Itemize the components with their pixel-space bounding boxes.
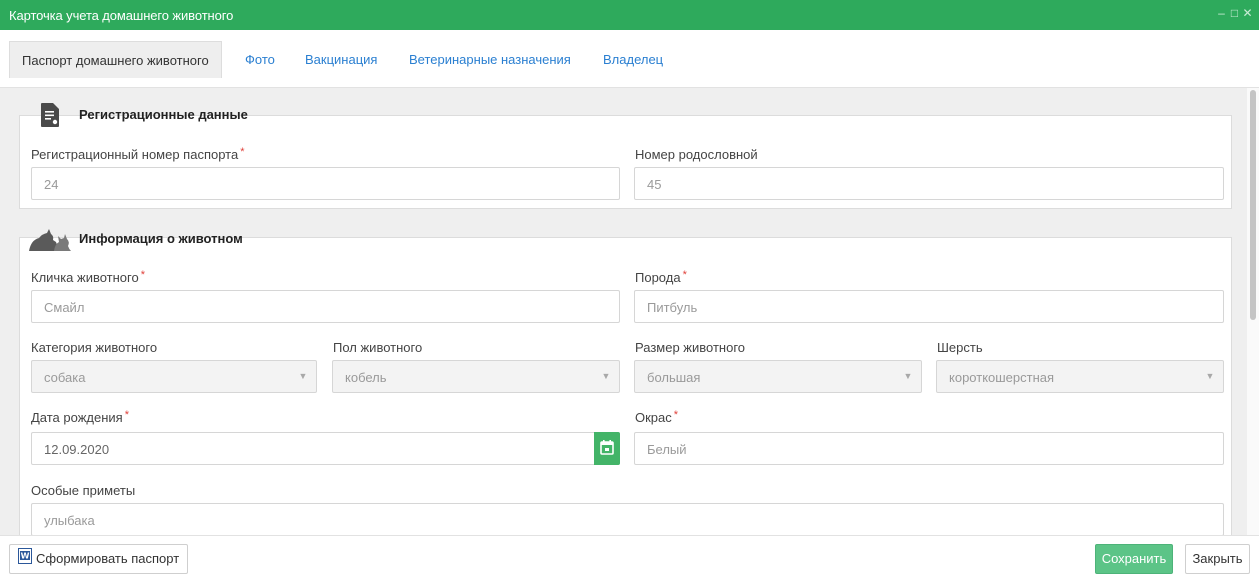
coat-value: короткошерстная bbox=[949, 370, 1055, 385]
sex-label: Пол животного bbox=[333, 340, 423, 355]
tab-vaccination[interactable]: Вакцинация bbox=[305, 41, 377, 78]
generate-passport-button[interactable]: W Сформировать паспорт bbox=[9, 544, 189, 574]
dropdown-arrow-icon: ▼ bbox=[298, 371, 308, 381]
calendar-icon bbox=[600, 440, 614, 455]
color-value: Белый bbox=[647, 442, 687, 457]
close-button[interactable]: Закрыть bbox=[1185, 544, 1250, 574]
window-titlebar: Карточка учета домашнего животного – □ ✕ bbox=[0, 0, 1259, 30]
word-document-icon: W bbox=[18, 546, 32, 574]
document-icon bbox=[40, 103, 60, 130]
category-value: собака bbox=[44, 370, 86, 385]
pedigree-number-field[interactable]: 45 bbox=[634, 167, 1224, 200]
size-value: большая bbox=[647, 370, 701, 385]
birth-date-field[interactable]: 12.09.2020 bbox=[31, 432, 620, 465]
animal-info-heading: Информация о животном bbox=[79, 231, 243, 246]
passport-number-value: 24 bbox=[44, 177, 59, 192]
breed-field[interactable]: Питбуль bbox=[634, 290, 1224, 323]
animal-name-value: Смайл bbox=[44, 300, 85, 315]
pedigree-number-label: Номер родословной bbox=[635, 147, 758, 162]
window-controls: – □ ✕ bbox=[1216, 6, 1253, 20]
svg-text:W: W bbox=[21, 551, 30, 560]
special-marks-label: Особые приметы bbox=[31, 483, 136, 498]
coat-select[interactable]: короткошерстная ▼ bbox=[936, 360, 1224, 393]
coat-label: Шерсть bbox=[937, 340, 983, 355]
pedigree-number-value: 45 bbox=[647, 177, 662, 192]
vertical-scrollbar[interactable] bbox=[1247, 88, 1259, 535]
maximize-icon[interactable]: □ bbox=[1229, 6, 1240, 20]
size-label: Размер животного bbox=[635, 340, 746, 355]
tab-passport[interactable]: Паспорт домашнего животного bbox=[9, 41, 222, 78]
special-marks-field[interactable]: улыбака bbox=[31, 503, 1224, 535]
birth-date-value: 12.09.2020 bbox=[44, 442, 110, 457]
passport-number-field[interactable]: 24 bbox=[31, 167, 620, 200]
animal-name-field[interactable]: Смайл bbox=[31, 290, 620, 323]
size-select[interactable]: большая ▼ bbox=[634, 360, 922, 393]
scrollbar-thumb[interactable] bbox=[1250, 90, 1256, 320]
category-select[interactable]: собака ▼ bbox=[31, 360, 317, 393]
dropdown-arrow-icon: ▼ bbox=[1205, 371, 1215, 381]
tab-owner[interactable]: Владелец bbox=[603, 41, 663, 78]
save-button[interactable]: Сохранить bbox=[1095, 544, 1173, 574]
tab-vet-prescriptions[interactable]: Ветеринарные назначения bbox=[409, 41, 571, 78]
category-label: Категория животного bbox=[31, 340, 158, 355]
animal-name-label: Кличка животного * bbox=[31, 269, 146, 285]
required-marker: * bbox=[673, 409, 679, 421]
birth-date-label: Дата рождения * bbox=[31, 409, 129, 425]
special-marks-value: улыбака bbox=[44, 513, 95, 528]
tab-photo[interactable]: Фото bbox=[245, 41, 275, 78]
close-icon[interactable]: ✕ bbox=[1242, 6, 1253, 20]
color-label: Окрас * bbox=[635, 409, 679, 425]
calendar-button[interactable] bbox=[594, 432, 620, 465]
required-marker: * bbox=[240, 146, 245, 158]
window-title: Карточка учета домашнего животного bbox=[9, 8, 234, 23]
required-marker: * bbox=[682, 269, 687, 281]
tab-bar: Паспорт домашнего животного Фото Вакцина… bbox=[0, 30, 1259, 88]
pets-icon bbox=[28, 226, 72, 255]
breed-label: Порода * bbox=[635, 269, 687, 285]
form-content: Регистрационные данные Регистрационный н… bbox=[0, 88, 1247, 535]
dropdown-arrow-icon: ▼ bbox=[601, 371, 611, 381]
sex-select[interactable]: кобель ▼ bbox=[332, 360, 620, 393]
breed-value: Питбуль bbox=[647, 300, 698, 315]
passport-number-label: Регистрационный номер паспорта * bbox=[31, 146, 245, 162]
minimize-icon[interactable]: – bbox=[1216, 6, 1227, 20]
required-marker: * bbox=[124, 409, 129, 421]
registration-heading: Регистрационные данные bbox=[79, 107, 248, 122]
required-marker: * bbox=[140, 269, 146, 281]
color-field[interactable]: Белый bbox=[634, 432, 1224, 465]
dropdown-arrow-icon: ▼ bbox=[903, 371, 913, 381]
generate-passport-label: Сформировать паспорт bbox=[36, 551, 180, 566]
sex-value: кобель bbox=[345, 370, 387, 385]
footer-bar: W Сформировать паспорт Сохранить Закрыть bbox=[0, 535, 1259, 575]
